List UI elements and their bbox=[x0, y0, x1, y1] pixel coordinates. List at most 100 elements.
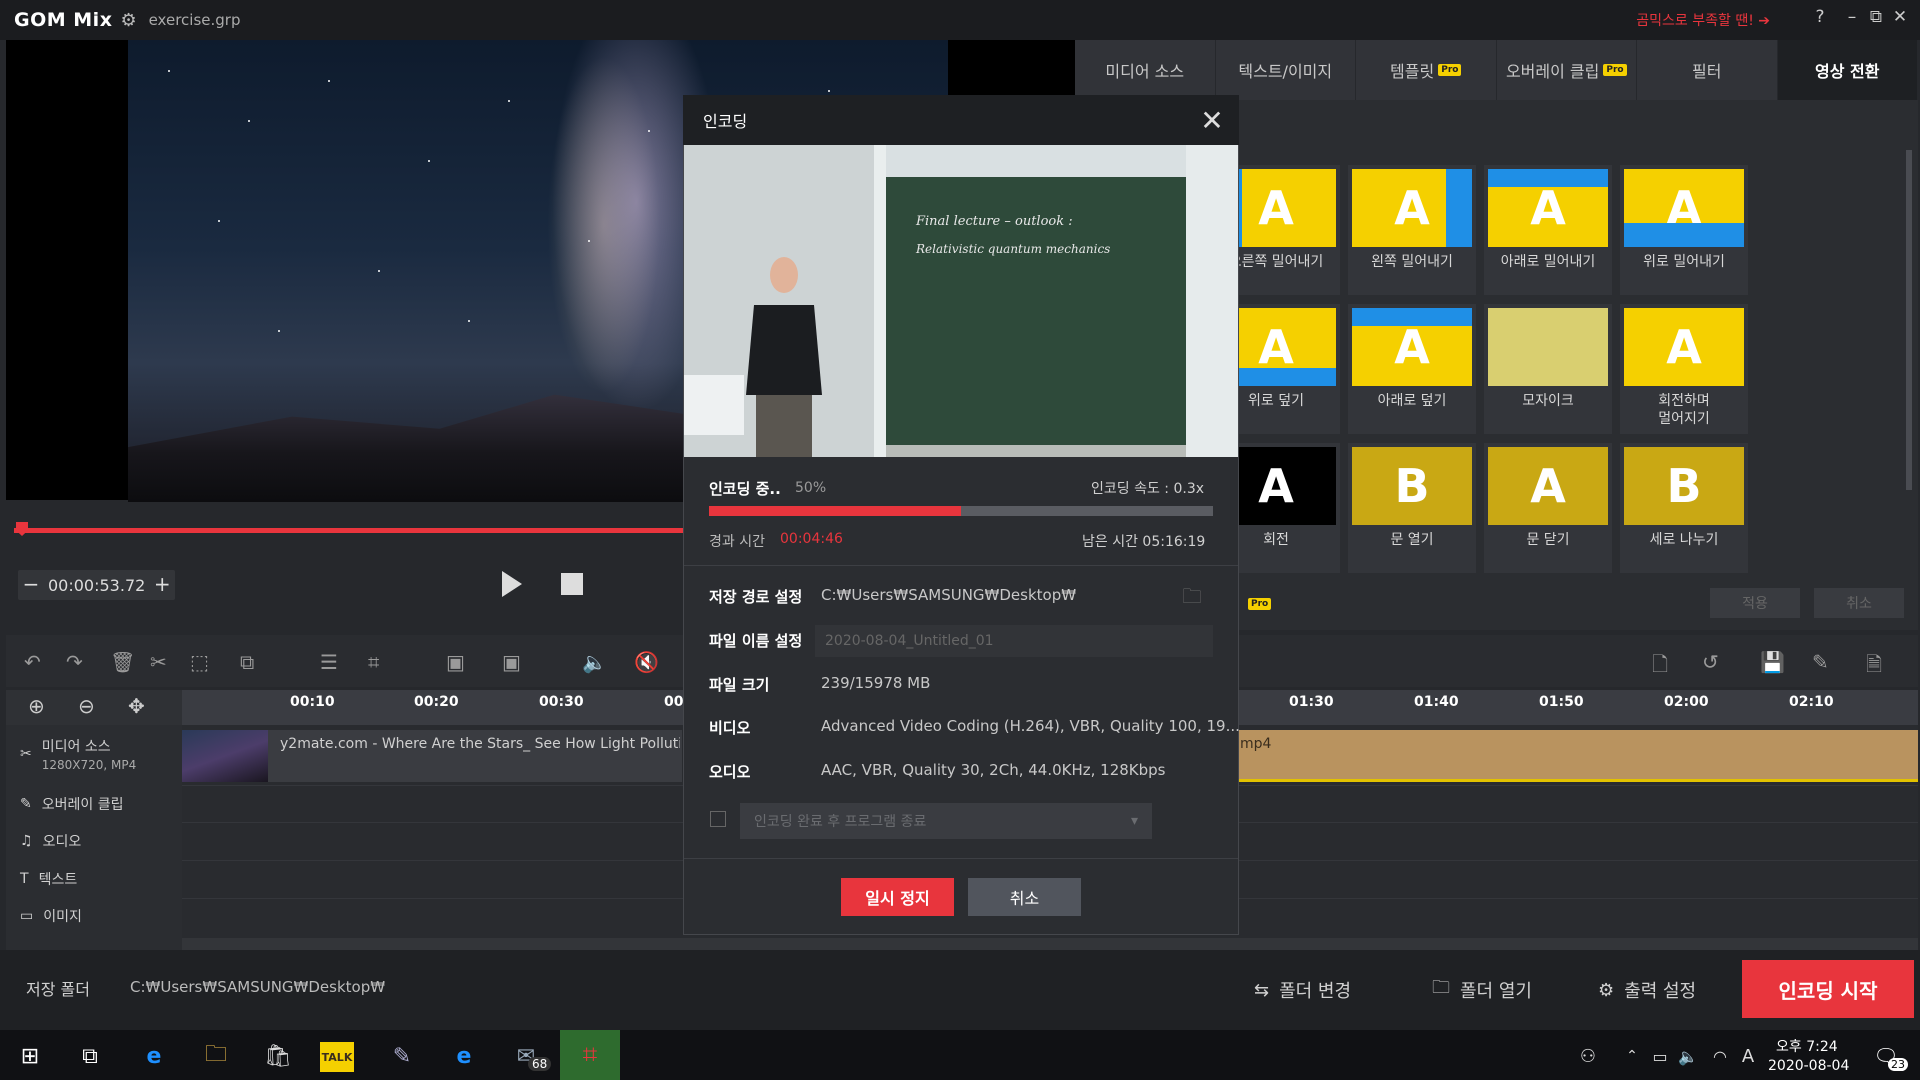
exit-after-encoding-checkbox[interactable] bbox=[710, 811, 726, 827]
change-folder-button[interactable]: ⇆ 폴더 변경 bbox=[1254, 960, 1351, 1020]
clock-date[interactable]: 2020-08-04 bbox=[1768, 1058, 1849, 1074]
open-recent-icon[interactable]: ↺ bbox=[1702, 650, 1719, 674]
delete-icon[interactable]: 🗑 bbox=[110, 650, 135, 674]
zoom-in-icon[interactable]: ⊕ bbox=[28, 694, 45, 718]
volume-icon[interactable]: 🔈 bbox=[582, 650, 607, 674]
save-icon[interactable]: 💾 bbox=[1760, 650, 1785, 674]
file-explorer-icon[interactable]: 🗀 bbox=[196, 1036, 236, 1076]
cancel-encoding-button[interactable]: 취소 bbox=[968, 878, 1081, 916]
split-icon[interactable]: ⧉ bbox=[240, 650, 254, 674]
frame-forward-button[interactable]: + bbox=[149, 570, 175, 600]
clip-thumbnail bbox=[182, 730, 268, 782]
paint-icon[interactable]: ✎ bbox=[382, 1036, 422, 1076]
ruler-tick: 01:30 bbox=[1289, 694, 1334, 710]
save-as-icon[interactable]: ✎ bbox=[1812, 650, 1829, 674]
dialog-title-bar: 인코딩 bbox=[683, 95, 1239, 145]
tab-transition[interactable]: 영상 전환 bbox=[1777, 40, 1918, 100]
pro-badge: Pro bbox=[1248, 598, 1272, 610]
play-icon[interactable] bbox=[502, 571, 522, 597]
panel-tabs: 미디어 소스 텍스트/이미지 템플릿 Pro 오버레이 클립 Pro 필터 영상 전… bbox=[1075, 40, 1918, 100]
tab-overlay-clip[interactable]: 오버레이 클립 Pro bbox=[1496, 40, 1637, 100]
close-button[interactable]: ✕ bbox=[1888, 7, 1912, 27]
transition-thumbnail: B bbox=[1352, 447, 1472, 525]
pro-badge: Pro bbox=[1603, 64, 1627, 76]
transition-accent bbox=[1446, 169, 1472, 247]
encoding-percent: 50% bbox=[795, 480, 827, 496]
transition-push-left[interactable]: A 왼쪽 밀어내기 bbox=[1348, 165, 1476, 295]
crop-icon[interactable]: ⌗ bbox=[368, 650, 379, 674]
file-name-input[interactable]: 2020-08-04_Untitled_01 bbox=[815, 625, 1213, 657]
restore-button[interactable]: ⧉ bbox=[1864, 7, 1888, 27]
edge-icon[interactable]: e bbox=[134, 1036, 174, 1076]
internet-explorer-icon[interactable]: e bbox=[444, 1036, 484, 1076]
dialog-close-icon[interactable]: ✕ bbox=[1196, 104, 1228, 137]
task-view-icon[interactable]: ⧉ bbox=[70, 1036, 110, 1076]
minimize-button[interactable]: – bbox=[1840, 7, 1864, 27]
tab-text-image[interactable]: 텍스트/이미지 bbox=[1215, 40, 1356, 100]
redo-icon[interactable]: ↷ bbox=[66, 650, 83, 674]
export-icon[interactable]: 🗎 bbox=[1866, 650, 1882, 684]
transition-vertical-split[interactable]: B 세로 나누기 bbox=[1620, 443, 1748, 573]
transition-label: 문 닫기 bbox=[1526, 532, 1570, 548]
promo-link[interactable]: 곰믹스로 부족할 땐! ➔ bbox=[1636, 10, 1770, 30]
timecode-control: − 00:00:53.72 + bbox=[18, 570, 176, 600]
fit-icon[interactable]: ✥ bbox=[128, 694, 145, 718]
transition-glyph: A bbox=[1666, 320, 1702, 374]
exit-after-encoding-select[interactable]: 인코딩 완료 후 프로그램 종료 ▾ bbox=[740, 803, 1152, 839]
tab-media-source[interactable]: 미디어 소스 bbox=[1075, 40, 1216, 100]
browse-folder-icon[interactable]: 🗀 bbox=[1182, 582, 1202, 616]
zoom-out-icon[interactable]: ⊖ bbox=[78, 694, 95, 718]
tab-template[interactable]: 템플릿 Pro bbox=[1356, 40, 1497, 100]
transition-mosaic[interactable]: 모자이크 bbox=[1484, 304, 1612, 434]
seek-handle[interactable] bbox=[16, 522, 28, 536]
seek-bar[interactable] bbox=[14, 528, 684, 533]
kakaotalk-icon[interactable]: TALK bbox=[320, 1042, 354, 1072]
settings-gear-icon[interactable]: ⚙ bbox=[120, 10, 136, 31]
new-project-icon[interactable]: 🗋 bbox=[1652, 650, 1668, 684]
store-icon[interactable]: 🛍 bbox=[258, 1036, 298, 1076]
encoding-speed: 인코딩 속도 : 0.3x bbox=[1091, 481, 1205, 497]
stop-icon[interactable] bbox=[561, 573, 583, 595]
gom-mix-window: GOM Mix ⚙ exercise.grp 곰믹스로 부족할 땐! ➔ ? –… bbox=[0, 0, 1920, 1080]
panel-scrollbar[interactable] bbox=[1906, 150, 1912, 490]
transition-accent bbox=[1624, 223, 1744, 247]
transition-push-up[interactable]: A 위로 밀어내기 bbox=[1620, 165, 1748, 295]
text-icon: T bbox=[20, 871, 29, 887]
open-folder-button[interactable]: 🗀 폴더 열기 bbox=[1432, 960, 1532, 1020]
image-out-icon[interactable]: ▣ bbox=[502, 650, 521, 674]
select-range-icon[interactable]: ⬚ bbox=[190, 650, 209, 674]
transition-label: 아래로 덮기 bbox=[1377, 393, 1447, 409]
transition-thumbnail: B bbox=[1624, 447, 1744, 525]
help-button[interactable]: ? bbox=[1808, 7, 1832, 27]
undo-icon[interactable]: ↶ bbox=[24, 650, 41, 674]
transition-glyph: B bbox=[1666, 459, 1702, 513]
panel-cancel-button[interactable]: 취소 bbox=[1814, 588, 1904, 618]
transition-rotate-zoom-out[interactable]: A 회전하며 멀어지기 bbox=[1620, 304, 1748, 434]
transition-glyph: A bbox=[1394, 181, 1430, 235]
save-folder-path: C:₩Users₩SAMSUNG₩Desktop₩ bbox=[130, 978, 386, 996]
start-icon[interactable]: ⊞ bbox=[10, 1036, 50, 1076]
media-clip-tail[interactable] bbox=[1238, 730, 1918, 782]
transition-grid: B사라지기A오른쪽 밀어내기A왼쪽 밀어내기A아래로 밀어내기A위로 밀어내기A… bbox=[1074, 163, 1908, 575]
transition-door-close[interactable]: A 문 닫기 bbox=[1484, 443, 1612, 573]
output-settings-button[interactable]: ⚙ 출력 설정 bbox=[1598, 960, 1696, 1020]
transition-cover-down[interactable]: A 아래로 덮기 bbox=[1348, 304, 1476, 434]
pause-button[interactable]: 일시 정지 bbox=[841, 878, 954, 916]
apply-button[interactable]: 적용 bbox=[1710, 588, 1800, 618]
cut-icon[interactable]: ✂ bbox=[150, 650, 167, 674]
elapsed-time: 00:04:46 bbox=[780, 531, 843, 547]
transition-door-open[interactable]: B 문 열기 bbox=[1348, 443, 1476, 573]
ime-indicator[interactable]: A bbox=[1728, 1036, 1768, 1076]
mute-icon[interactable]: 🔇 bbox=[634, 650, 659, 674]
file-size-row: 파일 크기 239/15978 MB bbox=[709, 674, 931, 694]
clock-time[interactable]: 오후 7:24 bbox=[1776, 1036, 1838, 1056]
transition-push-down[interactable]: A 아래로 밀어내기 bbox=[1484, 165, 1612, 295]
gom-mix-taskbar-icon[interactable]: ⌗ bbox=[560, 1030, 620, 1080]
image-in-icon[interactable]: ▣ bbox=[446, 650, 465, 674]
start-encoding-button[interactable]: 인코딩 시작 bbox=[1742, 960, 1914, 1018]
adjust-icon[interactable]: ☰ bbox=[320, 650, 338, 674]
tab-filter[interactable]: 필터 bbox=[1637, 40, 1778, 100]
frame-back-button[interactable]: − bbox=[18, 570, 44, 600]
image-icon: ▭ bbox=[20, 908, 34, 924]
people-icon[interactable]: ⚇ bbox=[1568, 1036, 1608, 1076]
